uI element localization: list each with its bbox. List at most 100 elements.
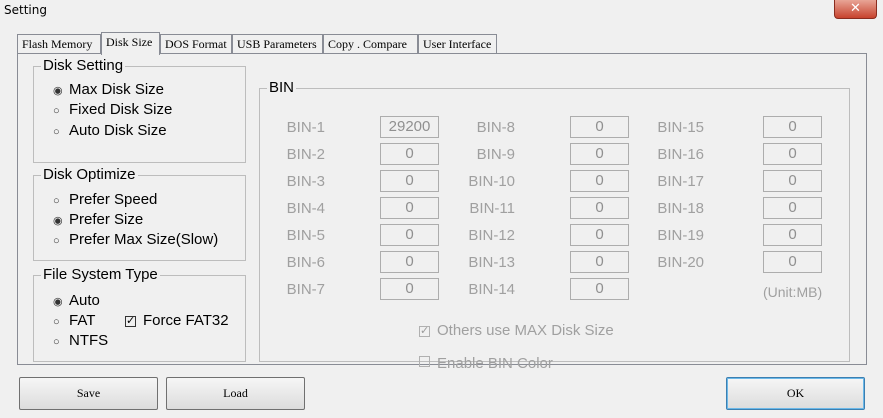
bin-label: BIN-9 <box>476 146 515 163</box>
bin-label: BIN-2 <box>286 146 325 163</box>
tab-usb-parameters[interactable]: USB Parameters <box>232 34 323 54</box>
bin-value-input[interactable]: 0 <box>380 143 439 165</box>
radio-unselected-icon: ○ <box>53 336 60 348</box>
bin-value-input[interactable]: 0 <box>380 170 439 192</box>
bin-value-input[interactable]: 0 <box>763 224 822 246</box>
disk-optimize-group: Disk Optimize ○ Prefer Speed ◉ Prefer Size… <box>33 167 246 261</box>
bin-value-input[interactable]: 0 <box>570 116 629 138</box>
title-bar: Setting ✕ <box>0 0 883 21</box>
disk-setting-title: Disk Setting <box>41 57 126 74</box>
bin-value-input[interactable]: 0 <box>763 143 822 165</box>
force-fat32-checkbox[interactable]: ✓ Force FAT32 <box>125 312 229 330</box>
bin-value-input[interactable]: 0 <box>763 251 822 273</box>
radio-selected-icon: ◉ <box>53 215 63 227</box>
bin-label: BIN-18 <box>657 200 704 217</box>
radio-prefer-speed[interactable]: ○ Prefer Speed <box>53 191 157 210</box>
bin-value-input[interactable]: 0 <box>570 197 629 219</box>
disk-setting-group: Disk Setting ◉ Max Disk Size ○ Fixed Disk … <box>33 58 246 163</box>
bin-label: BIN-11 <box>469 200 515 217</box>
bin-label: BIN-6 <box>286 254 325 271</box>
enable-bin-color-checkbox[interactable]: Enable BIN Color <box>419 355 553 373</box>
disk-size-panel: Disk Setting ◉ Max Disk Size ○ Fixed Disk … <box>17 53 867 372</box>
bin-value-input[interactable]: 0 <box>570 251 629 273</box>
bin-label: BIN-4 <box>286 200 325 217</box>
bin-value-input[interactable]: 0 <box>380 251 439 273</box>
radio-fixed-disk-size[interactable]: ○ Fixed Disk Size <box>53 101 172 120</box>
bin-label: BIN-12 <box>468 227 515 244</box>
bin-label: BIN-7 <box>286 281 325 298</box>
radio-label: Prefer Size <box>69 211 144 228</box>
bin-label: BIN-10 <box>468 173 515 190</box>
bin-value-input[interactable]: 0 <box>570 224 629 246</box>
radio-label: NTFS <box>69 332 109 349</box>
bin-value-input[interactable]: 0 <box>763 170 822 192</box>
load-button[interactable]: Load <box>166 377 305 410</box>
radio-unselected-icon: ○ <box>53 105 60 117</box>
bin-value-input[interactable]: 0 <box>763 197 822 219</box>
radio-label: FAT <box>69 312 96 329</box>
window-title: Setting <box>4 3 47 17</box>
radio-prefer-max-size[interactable]: ○ Prefer Max Size(Slow) <box>53 231 218 250</box>
radio-label: Prefer Max Size(Slow) <box>69 231 219 248</box>
bin-label: BIN-1 <box>286 119 325 136</box>
bin-value-input[interactable]: 0 <box>380 278 439 300</box>
bin-title: BIN <box>267 79 297 96</box>
unit-label: (Unit:MB) <box>763 284 823 300</box>
radio-unselected-icon: ○ <box>53 235 60 247</box>
bin-value-input[interactable]: 29200 <box>380 116 439 138</box>
bin-value-input[interactable]: 0 <box>380 197 439 219</box>
radio-label: Auto <box>69 292 100 309</box>
bin-label: BIN-15 <box>657 119 704 136</box>
checkmark-icon: ✓ <box>419 325 430 337</box>
checkmark-icon: ✓ <box>125 315 136 327</box>
others-max-disk-size-checkbox[interactable]: ✓ Others use MAX Disk Size <box>419 322 614 340</box>
radio-label: Max Disk Size <box>69 81 165 98</box>
radio-label: Auto Disk Size <box>69 122 167 139</box>
radio-prefer-size[interactable]: ◉ Prefer Size <box>53 211 143 230</box>
radio-unselected-icon: ○ <box>53 316 60 328</box>
bin-label: BIN-13 <box>468 254 515 271</box>
radio-fs-ntfs[interactable]: ○ NTFS <box>53 332 108 351</box>
checkbox-empty-icon <box>419 356 430 367</box>
tab-dos-format[interactable]: DOS Format <box>160 34 232 54</box>
checkbox-label: Others use MAX Disk Size <box>437 322 614 339</box>
disk-optimize-title: Disk Optimize <box>41 166 138 183</box>
checkbox-label: Enable BIN Color <box>437 355 553 372</box>
ok-button[interactable]: OK <box>726 377 865 410</box>
save-button[interactable]: Save <box>19 377 158 410</box>
tab-disk-size[interactable]: Disk Size <box>101 32 160 55</box>
bin-value-input[interactable]: 0 <box>570 170 629 192</box>
tab-flash-memory[interactable]: Flash Memory <box>17 34 101 54</box>
radio-selected-icon: ◉ <box>53 296 63 308</box>
bin-value-input[interactable]: 0 <box>570 278 629 300</box>
bin-label: BIN-3 <box>286 173 325 190</box>
dialog: Flash Memory Disk Size DOS Format USB Pa… <box>0 21 883 418</box>
file-system-group: File System Type ◉ Auto ○ FAT ○ NTFS ✓ Force… <box>33 267 246 362</box>
radio-max-disk-size[interactable]: ◉ Max Disk Size <box>53 81 164 100</box>
bin-label: BIN-8 <box>476 119 515 136</box>
radio-unselected-icon: ○ <box>53 195 60 207</box>
close-icon: ✕ <box>850 1 861 16</box>
tab-copy-compare[interactable]: Copy . Compare <box>323 34 418 54</box>
bin-label: BIN-19 <box>657 227 704 244</box>
radio-label: Fixed Disk Size <box>69 101 173 118</box>
radio-unselected-icon: ○ <box>53 126 60 138</box>
bin-value-input[interactable]: 0 <box>570 143 629 165</box>
radio-fs-auto[interactable]: ◉ Auto <box>53 292 100 311</box>
bin-label: BIN-20 <box>657 254 704 271</box>
radio-label: Prefer Speed <box>69 191 158 208</box>
tab-user-interface[interactable]: User Interface <box>418 34 497 54</box>
bin-value-input[interactable]: 0 <box>763 116 822 138</box>
close-button[interactable]: ✕ <box>834 0 877 19</box>
bin-label: BIN-5 <box>286 227 325 244</box>
radio-auto-disk-size[interactable]: ○ Auto Disk Size <box>53 122 167 141</box>
bin-group: BIN BIN-1 29200 BIN-2 0 BIN-3 0 BIN-4 0 … <box>259 80 850 372</box>
checkbox-label: Force FAT32 <box>143 312 229 329</box>
radio-selected-icon: ◉ <box>53 85 63 97</box>
bin-value-input[interactable]: 0 <box>380 224 439 246</box>
radio-fs-fat[interactable]: ○ FAT <box>53 312 95 331</box>
bin-label: BIN-17 <box>657 173 704 190</box>
file-system-title: File System Type <box>41 266 160 283</box>
bin-label: BIN-16 <box>657 146 704 163</box>
bin-label: BIN-14 <box>468 281 515 298</box>
